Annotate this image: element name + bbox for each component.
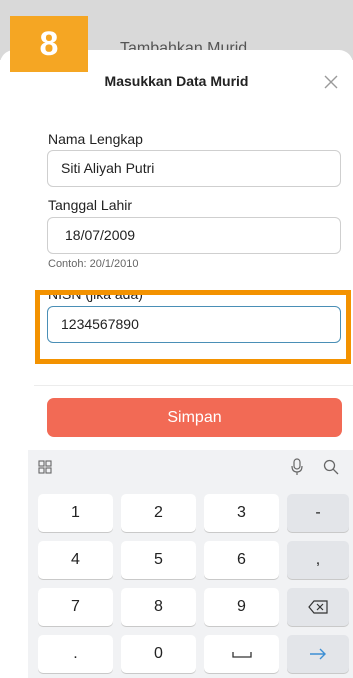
key-6[interactable]: 6 [204,541,279,579]
key-enter[interactable] [287,635,349,673]
divider [34,385,353,386]
key-comma[interactable]: , [287,541,349,579]
step-badge: 8 [10,16,88,72]
key-8[interactable]: 8 [121,588,196,626]
close-icon[interactable] [323,74,339,90]
grid-menu-icon[interactable] [38,460,52,474]
save-button[interactable]: Simpan [47,398,342,437]
backspace-icon [308,600,328,614]
enter-arrow-icon [310,648,326,660]
key-2[interactable]: 2 [121,494,196,532]
key-9[interactable]: 9 [204,588,279,626]
key-0[interactable]: 0 [121,635,196,673]
birth-date-field[interactable]: 18/07/2009 [47,217,341,254]
full-name-label: Nama Lengkap [48,131,143,147]
space-icon [231,652,252,658]
sheet-title: Masukkan Data Murid [104,73,249,89]
keyboard-toolbar [28,450,353,486]
key-7[interactable]: 7 [38,588,113,626]
search-icon[interactable] [323,459,339,475]
key-minus[interactable]: - [287,494,349,532]
key-4[interactable]: 4 [38,541,113,579]
birth-date-label: Tanggal Lahir [48,197,133,213]
key-period[interactable]: . [38,635,113,673]
birth-date-hint: Contoh: 20/1/2010 [48,258,139,270]
key-1[interactable]: 1 [38,494,113,532]
microphone-icon[interactable] [290,458,304,476]
full-name-field[interactable]: Siti Aliyah Putri [47,150,341,187]
nisn-field[interactable]: 1234567890 [47,306,341,343]
key-backspace[interactable] [287,588,349,626]
numeric-keyboard: 1 2 3 - 4 5 6 , 7 8 9 . 0 [28,450,353,678]
key-3[interactable]: 3 [204,494,279,532]
key-space[interactable] [204,635,279,673]
key-5[interactable]: 5 [121,541,196,579]
